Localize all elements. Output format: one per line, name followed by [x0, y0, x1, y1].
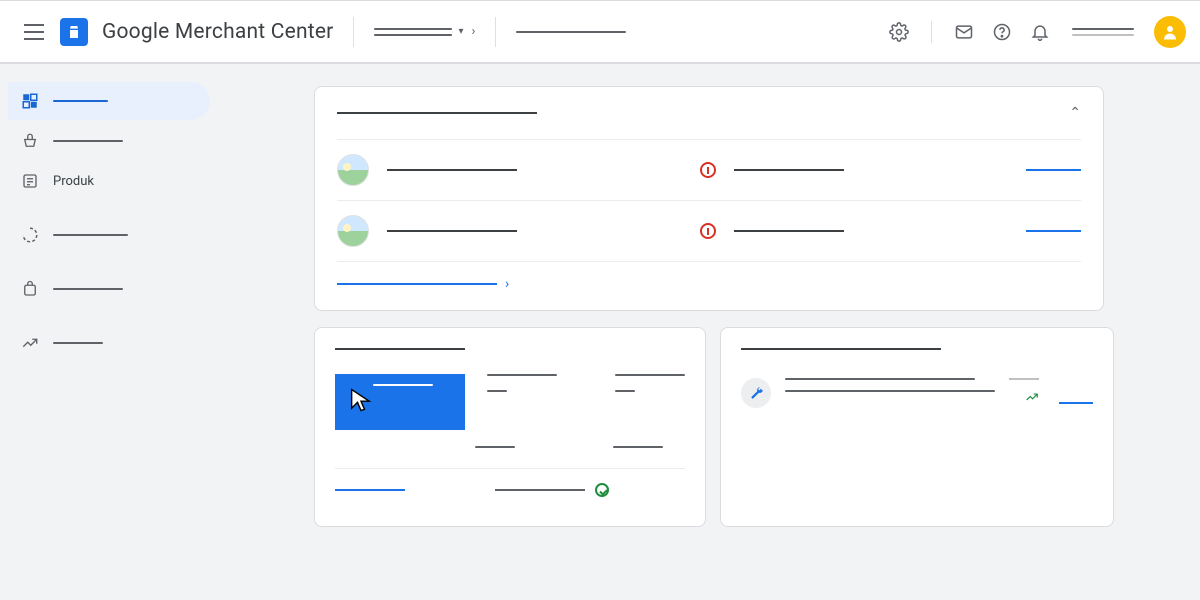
dashboard-icon	[20, 91, 40, 111]
chevron-right-icon: ›	[505, 276, 509, 292]
suggestion-side	[1009, 378, 1039, 380]
product-thumbnail	[337, 215, 369, 247]
sidebar-item-growth[interactable]	[8, 324, 210, 362]
chevron-down-icon: ▾	[458, 26, 463, 37]
sidebar-item-products[interactable]: Produk	[8, 162, 210, 200]
row-status	[734, 169, 844, 171]
row-action-link[interactable]	[1026, 169, 1081, 171]
separator	[353, 17, 354, 47]
cursor-icon	[347, 386, 375, 414]
gear-icon[interactable]	[887, 20, 911, 44]
stats-card	[314, 327, 706, 527]
account-dropdown[interactable]: ▾ ›	[374, 24, 475, 39]
collapse-icon[interactable]: ⌃	[1069, 105, 1081, 121]
separator	[495, 17, 496, 47]
check-icon	[595, 483, 609, 497]
product-thumbnail	[337, 154, 369, 186]
app-logo[interactable]	[60, 18, 88, 46]
highlighted-tab[interactable]	[335, 374, 465, 430]
trend-up-icon	[1025, 390, 1039, 408]
sidebar-item-label	[53, 234, 128, 236]
bell-icon[interactable]	[1028, 20, 1052, 44]
suggestion-action[interactable]	[1059, 402, 1093, 404]
card-title	[741, 348, 941, 350]
stat-label	[613, 446, 663, 448]
stat-label	[487, 374, 557, 376]
list-icon	[20, 171, 40, 191]
row-name	[387, 230, 517, 232]
sidebar-item-overview[interactable]	[8, 82, 210, 120]
user-label	[1072, 28, 1134, 36]
footer-text	[495, 489, 585, 491]
stat-label	[475, 446, 515, 448]
suggestions-card	[720, 327, 1114, 527]
sidebar: Produk	[0, 64, 218, 600]
sidebar-item-label	[53, 288, 123, 290]
stat-value	[615, 390, 635, 392]
progress-icon	[20, 225, 40, 245]
separator	[931, 21, 932, 43]
sidebar-item-orders[interactable]	[8, 122, 210, 160]
main-content: ⌃ ›	[218, 64, 1200, 600]
basket-icon	[20, 131, 40, 151]
bag-icon	[20, 279, 40, 299]
card-footer-link[interactable]	[337, 283, 497, 285]
row-name	[387, 169, 517, 171]
footer-link[interactable]	[335, 489, 405, 491]
sidebar-item-performance[interactable]	[8, 216, 210, 254]
card-title	[337, 112, 537, 114]
sidebar-item-label	[53, 140, 123, 142]
error-icon	[700, 223, 716, 239]
sidebar-item-label: Produk	[53, 174, 94, 189]
mail-icon[interactable]	[952, 20, 976, 44]
top-bar: Google Merchant Center ▾ ›	[0, 0, 1200, 64]
overview-row[interactable]	[337, 200, 1081, 261]
menu-icon[interactable]	[22, 20, 46, 44]
overview-row[interactable]	[337, 139, 1081, 200]
overview-card: ⌃ ›	[314, 86, 1104, 311]
secondary-selector[interactable]	[516, 31, 626, 33]
app-title: Google Merchant Center	[102, 20, 333, 44]
stat-value	[487, 390, 507, 392]
suggestion-item[interactable]	[741, 378, 1093, 408]
row-status	[734, 230, 844, 232]
sidebar-item-label	[53, 342, 103, 344]
chevron-right-icon: ›	[472, 24, 476, 39]
wrench-icon	[741, 378, 771, 408]
user-avatar[interactable]	[1154, 16, 1186, 48]
card-title	[335, 348, 465, 350]
stat-label	[615, 374, 685, 376]
help-icon[interactable]	[990, 20, 1014, 44]
error-icon	[700, 162, 716, 178]
sidebar-item-label	[53, 100, 108, 102]
suggestion-line	[785, 390, 995, 392]
sidebar-item-marketing[interactable]	[8, 270, 210, 308]
suggestion-line	[785, 378, 975, 380]
row-action-link[interactable]	[1026, 230, 1081, 232]
trend-icon	[20, 333, 40, 353]
tab-label	[373, 384, 433, 386]
